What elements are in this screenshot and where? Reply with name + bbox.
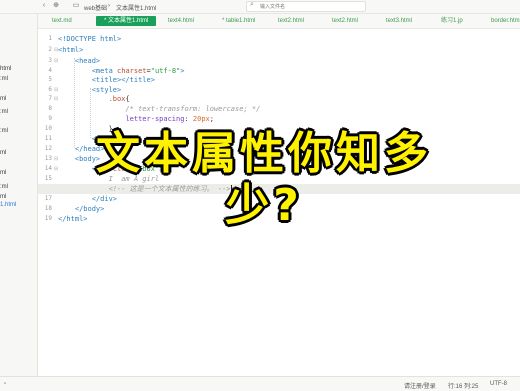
file-item[interactable]: ml [0,194,6,200]
line-number: 19 [44,215,52,222]
code-line[interactable]: <title></title> [58,75,520,85]
encoding[interactable]: UTF-8 [490,381,507,387]
code-line[interactable]: <html> [58,45,520,55]
file-item-selected[interactable]: 1.html [0,202,16,208]
line-gutter: 12⊟3⊟456⊟7⊟8910111213⊟14⊟1516171819 [38,28,60,376]
tab-text-md[interactable]: text.md [52,17,72,26]
tab-text2[interactable]: text2.html [278,17,304,26]
line-number: 7 [48,95,52,102]
line-number: 8 [48,105,52,112]
overlay-title: 文本属性你知多少? [96,128,432,231]
cursor-position: 行:16 列:25 [448,384,479,390]
file-item[interactable]: :ml [0,76,8,82]
code-line[interactable]: /* text-transform: lowercase; */ [58,104,520,114]
file-item[interactable]: ml [0,96,6,102]
line-number: 17 [44,195,52,202]
tab-active-file[interactable]: * 文本属性1.html [96,16,157,26]
file-item[interactable]: ml [0,170,6,176]
breadcrumb-separator: › [108,3,110,9]
file-tree: html :ml ml :ml :ml ml ml :ml ml 1.html [0,14,38,376]
tab-bar: text.md * 文本属性1.html text4.html * table1… [38,14,520,29]
status-bar: ▫ 请注册/登录 行:16 列:25 UTF-8 [0,376,520,391]
search-box[interactable]: ⌕ [246,1,366,12]
tab-text2-b[interactable]: text2.html [332,17,358,26]
file-item[interactable]: :ml [0,109,8,115]
tab-exercise[interactable]: 练习1.jp [441,17,463,26]
code-line[interactable]: <!DOCTYPE html> [58,34,520,44]
back-icon[interactable]: ‹ [40,2,48,10]
tab-table1[interactable]: * table1.html [222,17,255,26]
line-number: 3 [48,57,52,64]
file-item[interactable]: html [0,66,11,72]
code-line[interactable]: letter-spacing: 20px; [58,114,520,124]
line-number: 9 [48,115,52,122]
line-number: 2 [48,46,52,53]
breadcrumb-root[interactable]: web基础 [84,3,107,12]
line-number: 1 [48,35,52,42]
search-icon: ⌕ [250,1,254,8]
file-item[interactable]: :ml [0,184,8,190]
line-number: 12 [44,145,52,152]
code-line[interactable]: <head> [58,56,520,66]
file-item[interactable]: ml [0,150,6,156]
tab-border[interactable]: border.htm [491,17,520,26]
add-icon[interactable]: ⊕ [52,2,60,10]
line-number: 10 [44,125,52,132]
line-number: 5 [48,76,52,83]
top-bar: ‹ ⊕ ▭ web基础 › 文本属性1.html ⌕ [0,0,520,14]
line-number: 11 [44,135,52,142]
login-link[interactable]: 请注册/登录 [404,381,436,390]
line-number: 18 [44,205,52,212]
tab-text3[interactable]: text3.html [386,17,412,26]
line-number: 13 [44,155,52,162]
status-icon: ▫ [4,381,7,387]
folder-icon: ▭ [72,2,80,9]
search-input[interactable] [260,2,360,11]
file-item[interactable]: :ml [0,128,8,134]
tab-text4[interactable]: text4.html [168,17,194,26]
line-number: 15 [44,175,52,182]
breadcrumb-file[interactable]: 文本属性1.html [116,3,156,12]
line-number: 14 [44,165,52,172]
code-line[interactable]: .box{ [58,94,520,104]
